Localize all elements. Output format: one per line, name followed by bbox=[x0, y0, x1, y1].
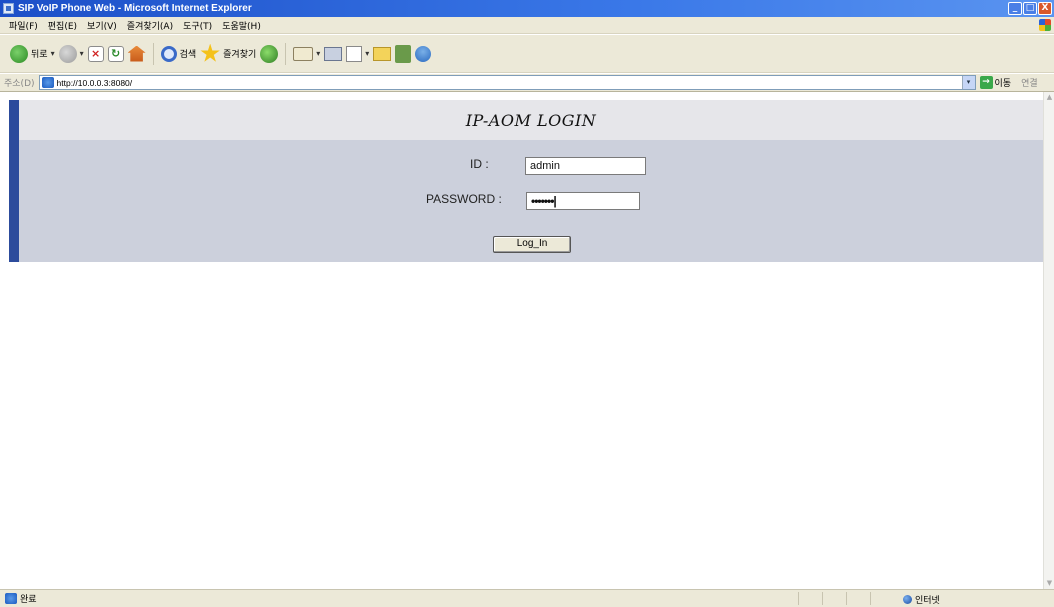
favorites-star-icon bbox=[200, 43, 220, 62]
messenger-button[interactable] bbox=[415, 45, 432, 62]
search-button[interactable]: 검색 bbox=[160, 45, 197, 62]
title-bar: SIP VoIP Phone Web - Microsoft Internet … bbox=[0, 0, 1054, 17]
forward-arrow-icon bbox=[58, 44, 77, 63]
status-panes bbox=[798, 592, 894, 605]
menu-help[interactable]: 도움말(H) bbox=[217, 19, 266, 32]
menu-favorites[interactable]: 즐겨찾기(A) bbox=[122, 19, 178, 32]
security-zone: 인터넷 bbox=[903, 593, 940, 606]
menu-file[interactable]: 파일(F) bbox=[4, 19, 43, 32]
internet-zone-icon bbox=[903, 595, 912, 604]
printer-icon bbox=[324, 46, 343, 61]
links-label[interactable]: 연결 bbox=[1021, 76, 1038, 89]
login-form: ID : admin PASSWORD : •••••••| Log_In bbox=[19, 140, 1043, 262]
home-button[interactable] bbox=[127, 45, 146, 62]
research-button[interactable] bbox=[395, 44, 412, 63]
left-accent-bar bbox=[9, 100, 19, 262]
menu-view[interactable]: 보기(V) bbox=[82, 19, 122, 32]
status-pane bbox=[822, 592, 846, 605]
favorites-button[interactable]: 즐겨찾기 bbox=[200, 43, 257, 64]
id-label: ID : bbox=[470, 157, 489, 171]
status-text: 완료 bbox=[20, 595, 37, 605]
forward-dropdown-icon[interactable]: ▾ bbox=[80, 49, 84, 58]
scroll-down-icon[interactable]: ▼ bbox=[1045, 579, 1054, 588]
back-label: 뒤로 bbox=[31, 50, 48, 60]
status-pane bbox=[798, 592, 822, 605]
forward-button[interactable]: ▾ bbox=[58, 44, 84, 63]
media-button[interactable] bbox=[260, 44, 279, 63]
window-controls: _ □ X bbox=[1008, 2, 1052, 15]
folder-icon bbox=[373, 46, 392, 61]
home-icon bbox=[127, 45, 146, 62]
toolbar: 뒤로 ▾ ▾ × ↻ 검색 즐겨찾기 ▾ ▾ bbox=[0, 35, 1054, 73]
edit-button[interactable]: ▾ bbox=[346, 45, 369, 62]
menu-bar: 파일(F) 편집(E) 보기(V) 즐겨찾기(A) 도구(T) 도움말(H) bbox=[0, 17, 1054, 34]
minimize-button[interactable]: _ bbox=[1008, 2, 1022, 15]
address-url: http://10.0.0.3:8080/ bbox=[56, 77, 133, 88]
back-dropdown-icon[interactable]: ▾ bbox=[51, 49, 55, 58]
messenger-icon bbox=[415, 45, 432, 62]
search-icon bbox=[160, 45, 177, 62]
go-arrow-icon: → bbox=[979, 76, 993, 89]
vertical-scrollbar[interactable]: ▲ ▼ bbox=[1043, 92, 1054, 589]
zone-label: 인터넷 bbox=[915, 596, 940, 606]
status-pane bbox=[870, 592, 894, 605]
mail-button[interactable]: ▾ bbox=[293, 46, 320, 61]
media-icon bbox=[260, 44, 279, 63]
login-header: IP-AOM LOGIN bbox=[19, 100, 1043, 140]
status-bar: 완료 인터넷 bbox=[0, 589, 1054, 607]
menu-edit[interactable]: 편집(E) bbox=[43, 19, 82, 32]
search-label: 검색 bbox=[179, 50, 197, 60]
refresh-icon: ↻ bbox=[107, 45, 124, 62]
go-label: 이동 bbox=[994, 79, 1012, 89]
page-content: IP-AOM LOGIN ID : admin PASSWORD : •••••… bbox=[0, 92, 1054, 589]
login-button[interactable]: Log_In bbox=[493, 236, 571, 253]
page-done-icon bbox=[5, 593, 17, 604]
back-arrow-icon bbox=[10, 44, 28, 63]
favorites-label: 즐겨찾기 bbox=[223, 50, 257, 60]
page-title: IP-AOM LOGIN bbox=[465, 110, 597, 130]
print-button[interactable] bbox=[324, 46, 343, 61]
back-button[interactable]: 뒤로 ▾ bbox=[10, 44, 55, 63]
id-input[interactable]: admin bbox=[525, 157, 646, 175]
refresh-button[interactable]: ↻ bbox=[107, 45, 124, 62]
status-pane bbox=[846, 592, 870, 605]
toolbar-separator bbox=[152, 42, 154, 65]
go-button[interactable]: → 이동 bbox=[979, 76, 1012, 89]
windows-logo-icon bbox=[1039, 19, 1051, 31]
password-input[interactable]: •••••••| bbox=[526, 192, 640, 210]
address-dropdown-icon[interactable]: ▾ bbox=[961, 76, 975, 89]
close-button[interactable]: X bbox=[1038, 2, 1052, 15]
password-label: PASSWORD : bbox=[426, 192, 502, 206]
address-bar: 주소(D) http://10.0.0.3:8080/ ▾ → 이동 연결 bbox=[0, 74, 1054, 92]
menu-tools[interactable]: 도구(T) bbox=[178, 19, 217, 32]
scroll-up-icon[interactable]: ▲ bbox=[1045, 93, 1054, 102]
window-title: SIP VoIP Phone Web - Microsoft Internet … bbox=[18, 3, 252, 14]
address-input[interactable]: http://10.0.0.3:8080/ ▾ bbox=[38, 75, 976, 90]
page-icon bbox=[41, 77, 54, 88]
stop-icon: × bbox=[87, 45, 104, 62]
edit-dropdown-icon[interactable]: ▾ bbox=[365, 49, 369, 58]
toolbar-separator bbox=[285, 42, 287, 65]
address-label: 주소(D) bbox=[4, 79, 35, 89]
mail-dropdown-icon[interactable]: ▾ bbox=[316, 49, 320, 58]
folder-button[interactable] bbox=[373, 46, 392, 61]
ie-app-icon bbox=[3, 3, 14, 14]
edit-icon bbox=[346, 45, 363, 62]
stop-button[interactable]: × bbox=[87, 45, 104, 62]
maximize-button[interactable]: □ bbox=[1023, 2, 1037, 15]
research-icon bbox=[395, 44, 412, 63]
mail-icon bbox=[293, 46, 314, 61]
